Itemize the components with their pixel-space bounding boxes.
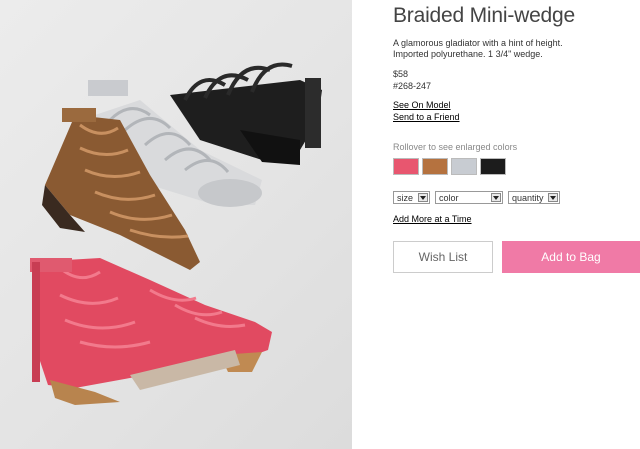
product-image xyxy=(0,0,352,449)
quantity-select[interactable]: quantity xyxy=(508,191,560,204)
chevron-down-icon xyxy=(548,193,558,202)
size-select-value: size xyxy=(397,192,414,203)
swatch-silver[interactable] xyxy=(451,158,477,175)
color-select[interactable]: color xyxy=(435,191,503,204)
sandals-illustration xyxy=(30,62,322,405)
swatch-bronze[interactable] xyxy=(422,158,448,175)
color-swatches xyxy=(393,158,506,175)
swatch-black[interactable] xyxy=(480,158,506,175)
product-sku: #268-247 xyxy=(393,81,432,91)
rollover-hint: Rollover to see enlarged colors xyxy=(393,142,518,152)
pink-sandal xyxy=(30,258,272,405)
add-to-bag-button[interactable]: Add to Bag xyxy=(502,241,640,273)
chevron-down-icon xyxy=(418,193,428,202)
see-on-model-link[interactable]: See On Model xyxy=(393,100,451,110)
product-title: Braided Mini-wedge xyxy=(393,4,575,27)
send-to-friend-link[interactable]: Send to a Friend xyxy=(393,112,460,122)
size-select[interactable]: size xyxy=(393,191,430,204)
color-select-value: color xyxy=(439,192,459,203)
wish-list-button[interactable]: Wish List xyxy=(393,241,493,273)
quantity-select-value: quantity xyxy=(512,192,544,203)
swatch-pink[interactable] xyxy=(393,158,419,175)
add-more-link[interactable]: Add More at a Time xyxy=(393,214,472,224)
option-selectors: size color quantity xyxy=(393,191,560,204)
product-description: A glamorous gladiator with a hint of hei… xyxy=(393,38,563,59)
product-price: $58 xyxy=(393,69,409,79)
chevron-down-icon xyxy=(491,193,501,202)
